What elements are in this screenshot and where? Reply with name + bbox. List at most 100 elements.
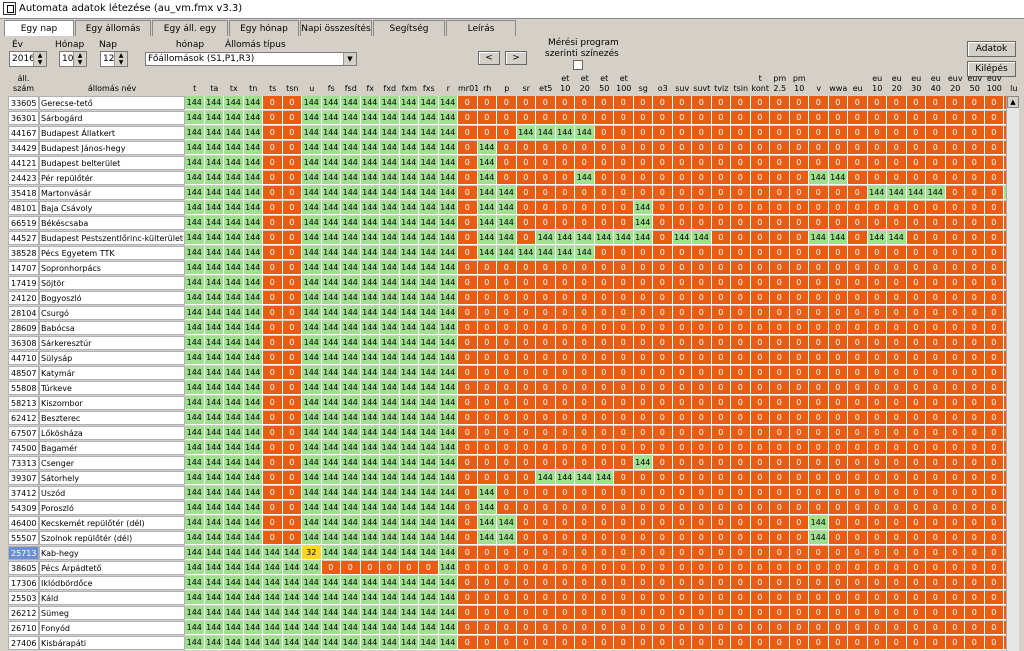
data-cell[interactable]: 0 <box>672 486 692 500</box>
data-cell[interactable]: 144 <box>419 591 439 605</box>
data-cell[interactable]: 0 <box>731 606 751 620</box>
data-cell[interactable]: 0 <box>809 456 829 470</box>
data-cell[interactable]: 144 <box>321 456 341 470</box>
data-cell[interactable]: 144 <box>399 351 419 365</box>
data-cell[interactable]: 144 <box>185 186 205 200</box>
data-cell[interactable]: 0 <box>555 381 575 395</box>
data-cell[interactable]: 0 <box>887 591 907 605</box>
table-row[interactable]: 37412 Uszód 144 144 144 144 0 0 144 144 144 144 144 1… <box>8 486 1014 501</box>
data-cell[interactable]: 0 <box>770 321 790 335</box>
data-cell[interactable]: 0 <box>692 636 712 650</box>
data-cell[interactable]: 144 <box>243 366 263 380</box>
station-id[interactable]: 34429 <box>8 141 39 155</box>
data-cell[interactable]: 0 <box>497 546 517 560</box>
data-cell[interactable]: 0 <box>477 111 497 125</box>
data-cell[interactable]: 144 <box>243 216 263 230</box>
data-cell[interactable]: 0 <box>906 261 926 275</box>
data-cell[interactable]: 0 <box>965 216 985 230</box>
data-cell[interactable]: 144 <box>302 636 322 650</box>
data-cell[interactable]: 0 <box>887 426 907 440</box>
table-row[interactable]: 25713 Kab-hegy 144 144 144 144 144 144 32 144 144 1… <box>8 546 1014 561</box>
data-cell[interactable]: 144 <box>224 456 244 470</box>
data-cell[interactable]: 0 <box>731 636 751 650</box>
data-cell[interactable]: 144 <box>341 141 361 155</box>
data-cell[interactable]: 144 <box>302 171 322 185</box>
data-cell[interactable]: 0 <box>965 261 985 275</box>
data-cell[interactable]: 0 <box>828 336 848 350</box>
data-cell[interactable]: 144 <box>204 216 224 230</box>
data-cell[interactable]: 144 <box>185 306 205 320</box>
data-cell[interactable]: 0 <box>653 576 673 590</box>
data-cell[interactable]: 144 <box>438 486 458 500</box>
data-cell[interactable]: 0 <box>575 276 595 290</box>
data-cell[interactable]: 0 <box>672 546 692 560</box>
table-row[interactable]: 46400 Kecskemét repülőtér (dél) 144 144 144 1… <box>8 516 1014 531</box>
data-cell[interactable]: 0 <box>867 336 887 350</box>
data-cell[interactable]: 0 <box>984 411 1004 425</box>
data-cell[interactable]: 0 <box>594 246 614 260</box>
data-cell[interactable]: 0 <box>828 426 848 440</box>
data-cell[interactable]: 0 <box>614 546 634 560</box>
data-cell[interactable]: 144 <box>224 321 244 335</box>
data-cell[interactable]: 144 <box>243 336 263 350</box>
data-cell[interactable]: 0 <box>770 96 790 110</box>
month-spinner[interactable]: 10 ▲ ▼ <box>59 51 87 67</box>
data-cell[interactable]: 144 <box>302 351 322 365</box>
station-id[interactable]: 24423 <box>8 171 39 185</box>
data-cell[interactable]: 0 <box>516 441 536 455</box>
data-cell[interactable]: 144 <box>185 276 205 290</box>
data-cell[interactable]: 0 <box>848 501 868 515</box>
station-name[interactable]: Sümeg <box>39 606 185 620</box>
data-cell[interactable]: 0 <box>711 411 731 425</box>
data-cell[interactable]: 144 <box>204 591 224 605</box>
data-cell[interactable]: 0 <box>575 486 595 500</box>
data-cell[interactable]: 0 <box>945 336 965 350</box>
data-cell[interactable]: 0 <box>536 456 556 470</box>
data-cell[interactable]: 144 <box>380 351 400 365</box>
data-cell[interactable]: 0 <box>926 366 946 380</box>
data-cell[interactable]: 0 <box>263 246 283 260</box>
data-cell[interactable]: 0 <box>692 171 712 185</box>
station-id[interactable]: 26710 <box>8 621 39 635</box>
station-name[interactable]: Babócsa <box>39 321 185 335</box>
data-cell[interactable]: 144 <box>185 336 205 350</box>
data-cell[interactable]: 0 <box>867 396 887 410</box>
data-cell[interactable]: 0 <box>770 621 790 635</box>
data-cell[interactable]: 144 <box>828 231 848 245</box>
data-cell[interactable]: 0 <box>867 591 887 605</box>
station-id[interactable]: 44710 <box>8 351 39 365</box>
data-cell[interactable]: 144 <box>360 381 380 395</box>
data-cell[interactable]: 0 <box>594 606 614 620</box>
data-cell[interactable]: 144 <box>419 576 439 590</box>
data-cell[interactable]: 144 <box>204 291 224 305</box>
data-cell[interactable]: 0 <box>731 621 751 635</box>
station-name[interactable]: Budapest Állatkert <box>39 126 185 140</box>
data-cell[interactable]: 144 <box>321 546 341 560</box>
data-cell[interactable]: 0 <box>516 381 536 395</box>
data-cell[interactable]: 144 <box>204 546 224 560</box>
data-cell[interactable]: 0 <box>536 111 556 125</box>
data-cell[interactable]: 0 <box>906 636 926 650</box>
data-cell[interactable]: 0 <box>692 291 712 305</box>
data-cell[interactable]: 144 <box>341 471 361 485</box>
data-cell[interactable]: 144 <box>204 621 224 635</box>
data-cell[interactable]: 0 <box>750 201 770 215</box>
data-cell[interactable]: 0 <box>731 126 751 140</box>
data-cell[interactable]: 0 <box>692 456 712 470</box>
data-cell[interactable]: 0 <box>575 141 595 155</box>
data-cell[interactable]: 0 <box>984 126 1004 140</box>
data-cell[interactable]: 144 <box>419 261 439 275</box>
data-cell[interactable]: 0 <box>692 591 712 605</box>
data-cell[interactable]: 0 <box>887 486 907 500</box>
data-cell[interactable]: 0 <box>263 516 283 530</box>
data-cell[interactable]: 0 <box>555 531 575 545</box>
data-cell[interactable]: 144 <box>380 291 400 305</box>
data-cell[interactable]: 144 <box>341 276 361 290</box>
data-cell[interactable]: 0 <box>536 426 556 440</box>
data-cell[interactable]: 144 <box>399 576 419 590</box>
data-cell[interactable]: 0 <box>926 156 946 170</box>
data-cell[interactable]: 0 <box>770 381 790 395</box>
data-cell[interactable]: 0 <box>536 411 556 425</box>
data-cell[interactable]: 0 <box>497 561 517 575</box>
data-cell[interactable]: 144 <box>867 186 887 200</box>
